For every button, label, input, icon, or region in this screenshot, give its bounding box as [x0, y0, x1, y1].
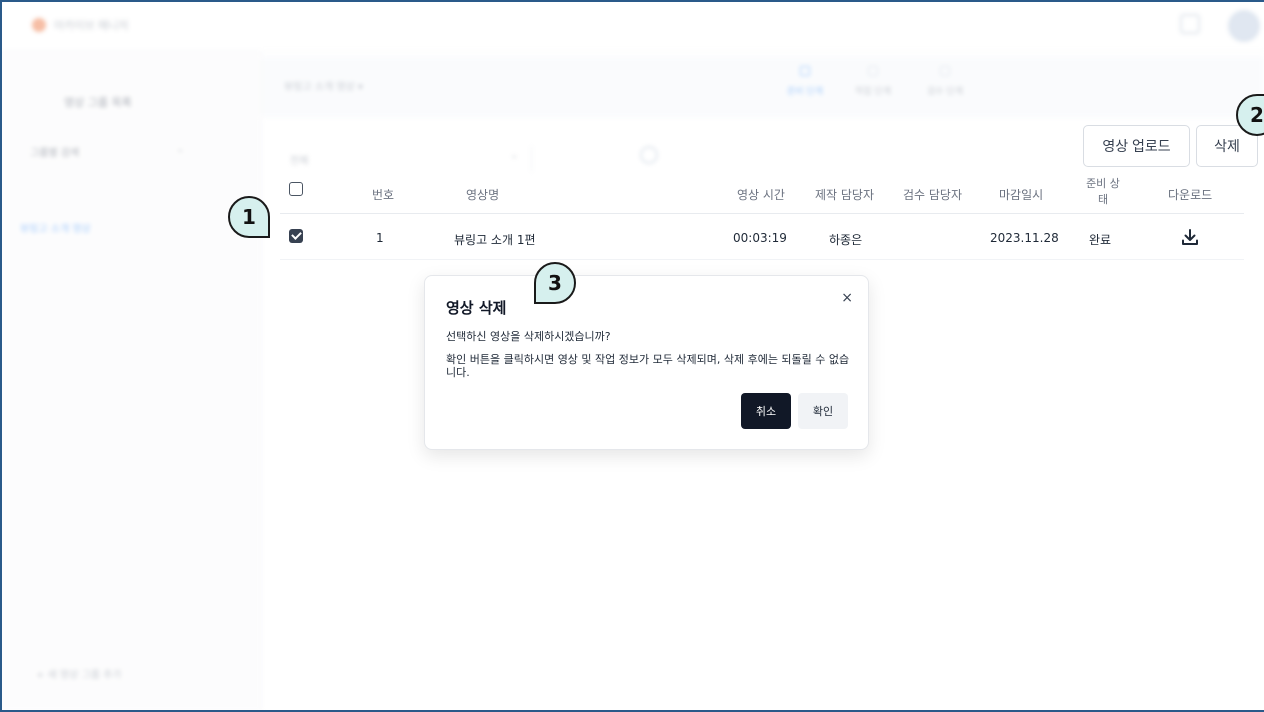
header-divider — [280, 213, 1244, 214]
sidebar-title: 영상 그룹 목록 — [64, 96, 132, 109]
header-reviewer: 검수 담당자 — [903, 188, 963, 202]
callout-badge: 3 — [534, 262, 576, 304]
stage-icon — [868, 66, 878, 76]
header-title: 영상명 — [466, 188, 500, 202]
sidebar: 영상 그룹 목록 그룹별 검색 ⌄ 뷰링고 소개 영상 + 새 영상 그룹 추가 — [0, 52, 262, 712]
close-icon[interactable]: × — [841, 290, 853, 306]
header-producer: 제작 담당자 — [815, 188, 875, 202]
dialog-question: 선택하신 영상을 삭제하시겠습니까? — [446, 330, 611, 343]
cell-title: 뷰링고 소개 1편 — [454, 233, 536, 247]
row-checkbox[interactable] — [289, 229, 303, 243]
avatar[interactable] — [1228, 10, 1260, 42]
stage-review[interactable]: 검수 단계 — [920, 66, 970, 97]
header-number: 번호 — [372, 188, 395, 202]
cell-producer: 하종은 — [829, 233, 863, 247]
chevron-down-icon[interactable]: ⌄ — [510, 150, 518, 161]
cell-duration: 00:03:19 — [733, 231, 787, 245]
top-bar: 아카이브 매니저 — [0, 0, 1264, 52]
breadcrumb[interactable]: 뷰링고 소개 영상 ▾ — [284, 78, 363, 93]
header-duration: 영상 시간 — [737, 188, 785, 202]
logo-icon — [32, 18, 46, 32]
sidebar-item-active[interactable]: 뷰링고 소개 영상 — [20, 220, 91, 235]
stage-prepare[interactable]: 준비 단계 — [780, 66, 830, 97]
stage-icon — [940, 66, 950, 76]
cell-ready-status: 완료 — [1089, 233, 1112, 247]
chevron-down-icon[interactable]: ⌄ — [176, 144, 184, 155]
download-icon[interactable] — [1180, 227, 1200, 251]
sidebar-group-search[interactable]: 그룹별 검색 — [30, 144, 79, 159]
header-deadline: 마감일시 — [999, 188, 1044, 202]
header-ready-status: 준비 상태 — [1086, 177, 1120, 206]
users-icon[interactable] — [1180, 14, 1200, 34]
header-download: 다운로드 — [1168, 188, 1213, 202]
breadcrumb-bar: 뷰링고 소개 영상 ▾ 준비 단계 작업 단계 검수 단계 — [262, 56, 1264, 118]
cancel-button[interactable]: 취소 — [741, 393, 791, 429]
stage-work[interactable]: 작업 단계 — [848, 66, 898, 97]
dialog-warning: 확인 버튼을 클릭하시면 영상 및 작업 정보가 모두 삭제되며, 삭제 후에는… — [446, 353, 850, 379]
upload-video-button[interactable]: 영상 업로드 — [1083, 125, 1190, 167]
cell-deadline: 2023.11.28 — [990, 231, 1059, 245]
select-all-checkbox[interactable] — [289, 182, 303, 196]
cell-number: 1 — [376, 231, 384, 245]
dialog-title: 영상 삭제 — [446, 299, 507, 317]
row-divider — [280, 259, 1244, 260]
delete-confirm-dialog: 영상 삭제 × 선택하신 영상을 삭제하시겠습니까? 확인 버튼을 클릭하시면 … — [424, 275, 869, 450]
search-icon[interactable] — [640, 146, 658, 164]
confirm-button[interactable]: 확인 — [798, 393, 848, 429]
filter-select[interactable]: 전체 — [284, 146, 532, 172]
callout-badge: 1 — [228, 196, 270, 238]
add-group-link[interactable]: + 새 영상 그룹 추가 — [36, 666, 122, 681]
app-logo-text: 아카이브 매니저 — [54, 19, 129, 32]
stage-icon — [800, 66, 810, 76]
